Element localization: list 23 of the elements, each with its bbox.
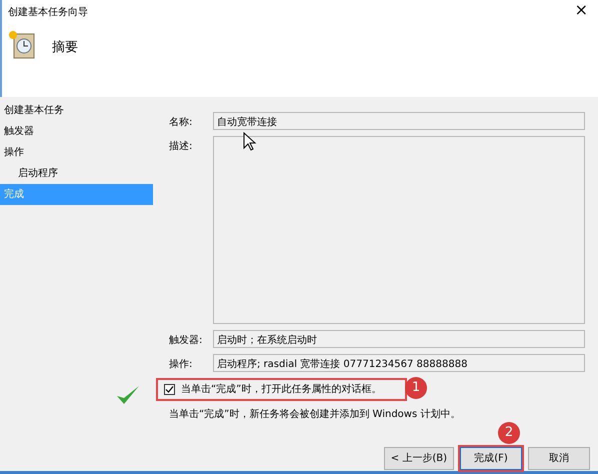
text-field[interactable]: 启动程序; rasdial 宽带连接 07771234567 88888888 — [213, 354, 585, 372]
field-label: 操作: — [169, 358, 194, 372]
dialog-button[interactable]: 取消 — [528, 447, 590, 470]
dialog-button[interactable]: < 上一步(B) — [384, 447, 454, 470]
field-label: 描述: — [169, 140, 194, 154]
text-field[interactable]: 启动时；在系统启动时 — [213, 330, 585, 348]
checkbox[interactable] — [164, 384, 175, 395]
close-button[interactable]: × — [574, 2, 588, 18]
field-label: 名称: — [169, 116, 194, 130]
field-label: 触发器: — [169, 334, 204, 348]
cursor-icon — [243, 132, 257, 152]
text-field[interactable]: 自动宽带连接 — [213, 112, 585, 130]
clock-icon — [8, 30, 36, 60]
dialog-button[interactable]: 完成(F) — [460, 447, 522, 470]
sidebar-item[interactable]: 启动程序 — [0, 163, 153, 184]
sidebar-item[interactable]: 操作 — [0, 142, 153, 163]
sidebar-item[interactable]: 触发器 — [0, 121, 153, 142]
page-heading: 摘要 — [52, 39, 78, 57]
checkbox-label: 当单击“完成”时，打开此任务属性的对话框。 — [181, 382, 382, 397]
sidebar-item[interactable]: 创建基本任务 — [0, 100, 153, 121]
window-title: 创建基本任务向导 — [8, 6, 88, 20]
checkmark-icon — [115, 384, 141, 406]
note-text: 当单击“完成”时，新任务将会被创建并添加到 Windows 计划中。 — [169, 408, 462, 422]
